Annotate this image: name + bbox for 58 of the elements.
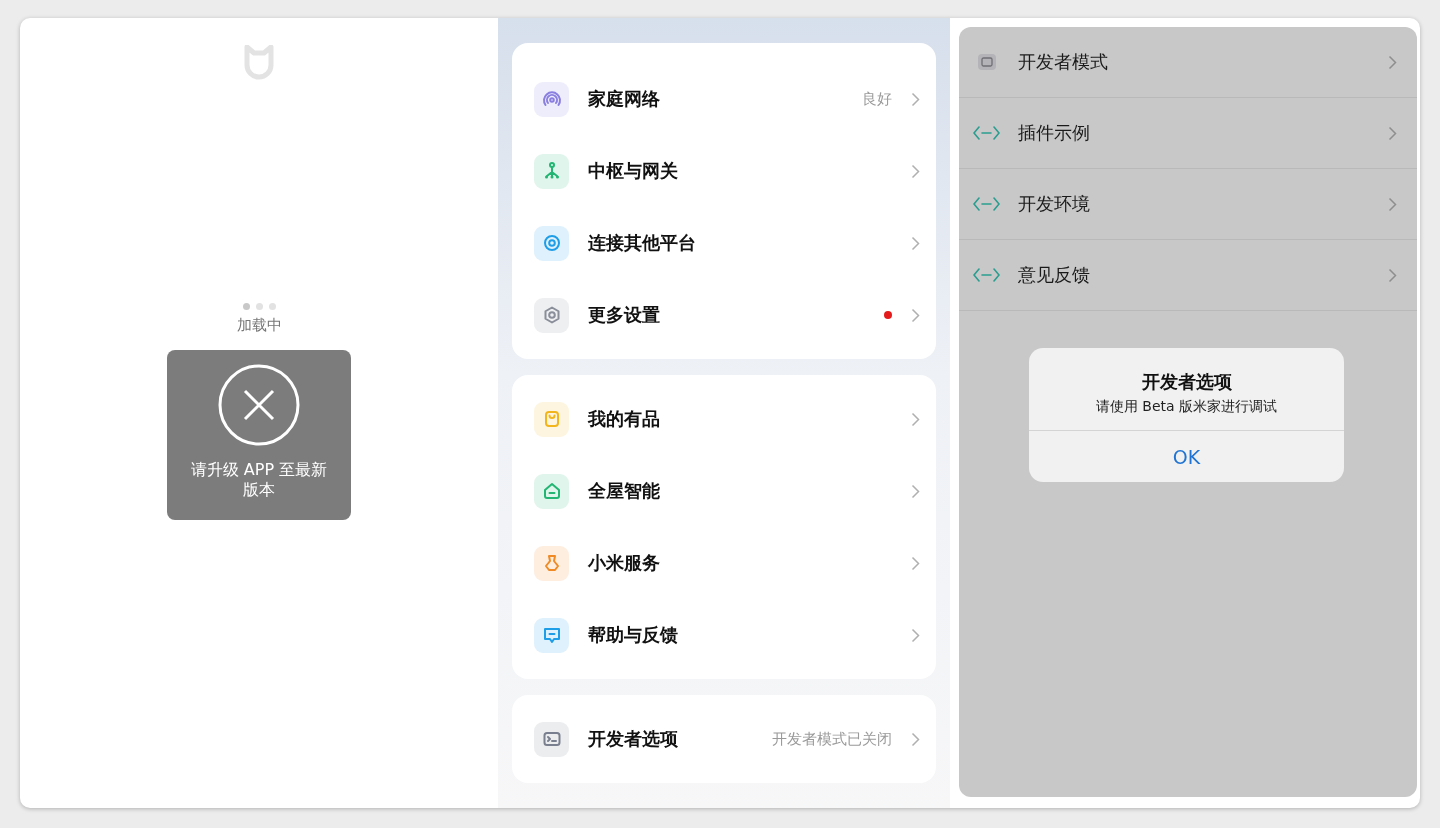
chevron-icon	[1388, 54, 1397, 70]
close-icon	[218, 364, 300, 446]
loading-dots	[242, 303, 276, 310]
logo-icon	[244, 45, 274, 81]
settings-row[interactable]: 帮助与反馈	[512, 599, 936, 671]
settings-row[interactable]: 中枢与网关	[512, 135, 936, 207]
row-label: 连接其他平台	[588, 231, 697, 255]
chevron-icon	[1388, 196, 1397, 212]
row-label: 小米服务	[588, 551, 661, 575]
signal-icon	[541, 89, 562, 109]
code-icon	[973, 126, 1000, 140]
chevron-icon	[911, 627, 920, 643]
terminal-icon	[977, 54, 996, 70]
toast-message: 请升级 APP 至最新版本	[189, 460, 329, 500]
row-label: 全屋智能	[588, 479, 661, 503]
settings-row[interactable]: 小米服务	[512, 527, 936, 599]
code-icon	[973, 197, 1000, 211]
chevron-icon	[911, 307, 920, 323]
target-icon	[541, 233, 562, 253]
row-value: 开发者模式已关闭	[772, 729, 892, 749]
row-label: 开发者选项	[588, 727, 679, 751]
row-label: 中枢与网关	[588, 159, 679, 183]
row-label: 更多设置	[588, 303, 661, 327]
chevron-icon	[1388, 125, 1397, 141]
chevron-icon	[911, 163, 920, 179]
developer-row[interactable]: 开发环境	[959, 169, 1417, 240]
chevron-icon	[911, 483, 920, 499]
chevron-icon	[911, 411, 920, 427]
terminal-icon	[541, 729, 562, 749]
row-label: 帮助与反馈	[588, 623, 679, 647]
settings-row[interactable]: 全屋智能	[512, 455, 936, 527]
settings-row[interactable]: 更多设置	[512, 279, 936, 351]
chevron-icon	[911, 555, 920, 571]
row-label: 插件示例	[1018, 121, 1091, 145]
settings-row[interactable]: 连接其他平台	[512, 207, 936, 279]
dialog-message: 请使用 Beta 版米家进行调试	[1094, 397, 1279, 416]
chevron-icon	[911, 235, 920, 251]
row-value: 良好	[862, 89, 892, 109]
loading-text: 加载中	[236, 316, 282, 335]
chat-icon	[541, 625, 562, 645]
settings-row[interactable]: 家庭网络 良好	[512, 63, 936, 135]
row-label: 开发者模式	[1018, 50, 1109, 74]
settings-row[interactable]: 我的有品	[512, 383, 936, 455]
row-label: 意见反馈	[1018, 263, 1091, 287]
dialog-title: 开发者选项	[1140, 370, 1233, 394]
row-label: 我的有品	[588, 407, 661, 431]
row-label: 开发环境	[1018, 192, 1091, 216]
settings-row[interactable]: 开发者选项 开发者模式已关闭	[512, 703, 936, 775]
developer-row[interactable]: 插件示例	[959, 98, 1417, 169]
chevron-icon	[1388, 267, 1397, 283]
chevron-icon	[911, 731, 920, 747]
code-icon	[973, 268, 1000, 282]
chevron-icon	[911, 91, 920, 107]
home-icon	[541, 481, 562, 501]
row-label: 家庭网络	[588, 87, 661, 111]
ok-button[interactable]: OK	[1029, 430, 1344, 482]
developer-row[interactable]: 意见反馈	[959, 240, 1417, 311]
developer-row[interactable]: 开发者模式	[959, 27, 1417, 98]
